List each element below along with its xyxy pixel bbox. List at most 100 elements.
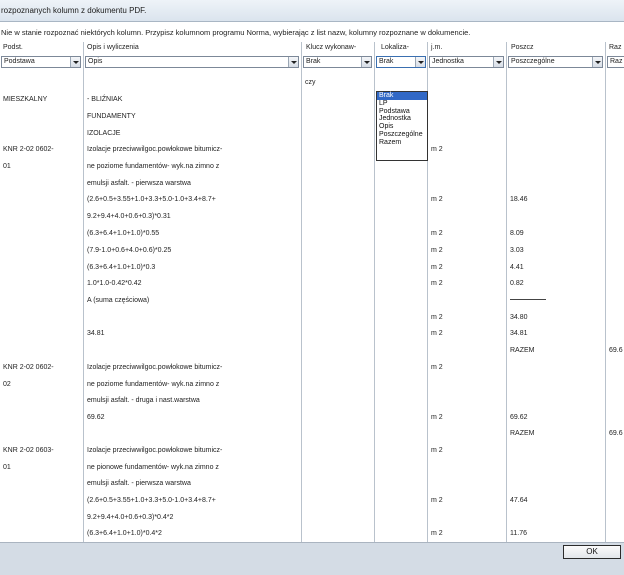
column-select-podst[interactable]: Podstawa [1, 56, 81, 68]
table-cell: RAZEM [510, 430, 535, 437]
table-cell: KNR 2-02 0602- [3, 146, 54, 153]
column-separator[interactable] [605, 42, 606, 542]
column-header-podst: Podst. [3, 44, 23, 51]
column-header-lokalizacja: Lokaliza- [381, 44, 410, 51]
table-cell: 8.09 [510, 230, 524, 237]
table-cell: Izolacje przeciwwilgoc.powłokowe bitumic… [87, 364, 223, 371]
chevron-down-icon[interactable] [70, 57, 80, 67]
table-cell: emulsji asfalt. - pierwsza warstwa [87, 480, 191, 487]
table-cell: 69.6 [609, 347, 623, 354]
table-cell: (6.3+6.4+1.0+1.0)*0.3 [87, 264, 156, 271]
table-cell: (2.6+0.5+3.55+1.0+3.3+5.0-1.0+3.4+8.7+ [87, 196, 216, 203]
table-cell: 02 [3, 381, 11, 388]
lokalizacja-dropdown-list[interactable]: Brak LP Podstawa Jednostka Opis Poszczeg… [376, 91, 428, 161]
table-cell: m 2 [431, 330, 443, 337]
column-select-value: Opis [88, 58, 103, 65]
table-cell: 11.76 [510, 530, 527, 537]
chevron-down-icon[interactable] [361, 57, 371, 67]
table-cell: 01 [3, 464, 11, 471]
column-header-razem: Raz [609, 44, 622, 51]
column-select-value: Podstawa [4, 58, 35, 65]
chevron-down-icon[interactable] [592, 57, 602, 67]
column-select-opis[interactable]: Opis [85, 56, 299, 68]
table-cell: 9.2+9.4+4.0+0.6+0.3)*0.4*2 [87, 514, 174, 521]
table-cell: 3.03 [510, 247, 524, 254]
table-cell: RAZEM [510, 347, 535, 354]
column-select-jm[interactable]: Jednostka [429, 56, 504, 68]
table-cell: 69.6 [609, 430, 623, 437]
table-cell: 69.62 [510, 414, 528, 421]
table-cell: 18.46 [510, 196, 528, 203]
table-cell: (7.9-1.0+0.6+4.0+0.6)*0.25 [87, 247, 172, 254]
table-cell: (2.6+0.5+3.55+1.0+3.3+5.0-1.0+3.4+8.7+ [87, 497, 216, 504]
table-cell: 34.81 [510, 330, 528, 337]
table-cell: czy [305, 79, 316, 86]
table-cell: (6.3+6.4+1.0+1.0)*0.4*2 [87, 530, 162, 537]
dropdown-option[interactable]: Razem [377, 139, 427, 147]
table-cell: 4.41 [510, 264, 524, 271]
table-cell: m 2 [431, 447, 443, 454]
table-cell: 69.62 [87, 414, 105, 421]
column-header-opis: Opis i wyliczenia [87, 44, 139, 51]
dialog-client-area: Nie w stanie rozpoznać niektórych kolumn… [0, 22, 624, 542]
sum-separator-line [510, 299, 546, 300]
table-cell: Izolacje przeciwwilgoc.powłokowe bitumic… [87, 447, 223, 454]
table-cell: 34.81 [87, 330, 105, 337]
dropdown-option[interactable]: Brak [377, 92, 427, 100]
table-cell: emulsji asfalt. - pierwsza warstwa [87, 180, 191, 187]
column-select-lokalizacja[interactable]: Brak [376, 56, 426, 68]
column-select-razem[interactable]: Raz [607, 56, 624, 68]
column-separator[interactable] [506, 42, 507, 542]
table-cell: m 2 [431, 280, 443, 287]
column-header-klucz: Klucz wykonaw- [306, 44, 357, 51]
table-cell: 0.82 [510, 280, 524, 287]
column-separator[interactable] [83, 42, 84, 542]
dialog-titlebar: rozpoznanych kolumn z dokumentu PDF. [0, 0, 624, 22]
table-cell: m 2 [431, 146, 443, 153]
table-cell: 9.2+9.4+4.0+0.6+0.3)*0.31 [87, 213, 171, 220]
table-cell: m 2 [431, 264, 443, 271]
table-cell: m 2 [431, 364, 443, 371]
dialog-title: rozpoznanych kolumn z dokumentu PDF. [1, 6, 147, 15]
table-cell: ne poziome fundamentów- wyk.na zimno z [87, 381, 220, 388]
table-cell: ne poziome fundamentów- wyk.na zimno z [87, 163, 220, 170]
table-cell: FUNDAMENTY [87, 113, 136, 120]
column-header-poszczegolne: Poszcz [511, 44, 534, 51]
table-cell: Izolacje przeciwwilgoc.powłokowe bitumic… [87, 146, 223, 153]
table-cell: emulsji asfalt. - druga i nast.warstwa [87, 397, 200, 404]
table-cell: MIESZKALNY [3, 96, 48, 103]
column-select-value: Jednostka [432, 58, 464, 65]
chevron-down-icon[interactable] [415, 57, 425, 67]
column-select-value: Brak [306, 58, 321, 65]
dialog-footer: OK [0, 542, 624, 575]
column-select-value: Poszczególne [511, 58, 555, 65]
table-cell: (6.3+6.4+1.0+1.0)*0.55 [87, 230, 160, 237]
column-separator[interactable] [301, 42, 302, 542]
chevron-down-icon[interactable] [288, 57, 298, 67]
dropdown-option[interactable]: Opis [377, 123, 427, 131]
table-cell: A (suma częściowa) [87, 297, 150, 304]
column-separator[interactable] [374, 42, 375, 542]
table-cell: IZOLACJE [87, 130, 121, 137]
table-cell: m 2 [431, 414, 443, 421]
table-cell: m 2 [431, 530, 443, 537]
table-cell: 47.64 [510, 497, 528, 504]
column-header-jm: j.m. [431, 44, 443, 51]
ok-button[interactable]: OK [563, 545, 621, 559]
table-cell: ne pionowe fundamentów- wyk.na zimno z [87, 464, 219, 471]
table-cell: KNR 2-02 0602- [3, 364, 54, 371]
table-cell: m 2 [431, 230, 443, 237]
dropdown-option[interactable]: Jednostka [377, 115, 427, 123]
column-select-value: Brak [379, 58, 394, 65]
dropdown-option[interactable]: Poszczególne [377, 131, 427, 139]
table-cell: m 2 [431, 247, 443, 254]
chevron-down-icon[interactable] [493, 57, 503, 67]
table-cell: 01 [3, 163, 11, 170]
dropdown-option[interactable]: LP [377, 100, 427, 108]
column-select-poszczegolne[interactable]: Poszczególne [508, 56, 603, 68]
column-select-klucz[interactable]: Brak [303, 56, 372, 68]
instruction-text: Nie w stanie rozpoznać niektórych kolumn… [1, 28, 471, 37]
table-cell: m 2 [431, 196, 443, 203]
table-cell: 1.0*1.0-0.42*0.42 [87, 280, 142, 287]
dropdown-option[interactable]: Podstawa [377, 108, 427, 116]
